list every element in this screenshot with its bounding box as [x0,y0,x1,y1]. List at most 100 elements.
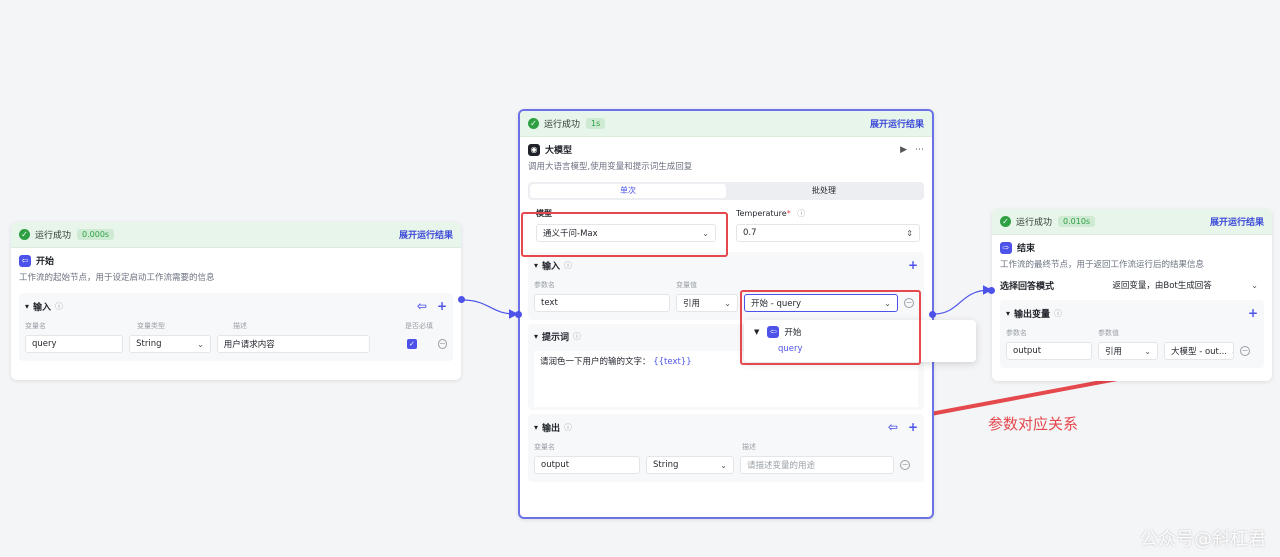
end-input-port[interactable] [988,287,995,294]
start-var-name-input[interactable]: query [25,335,124,353]
start-var-desc-input[interactable]: 用户请求内容 [216,335,370,353]
end-node-title: 结束 [1017,244,1036,254]
llm-output-name-input[interactable]: output [534,456,640,474]
chevron-down-icon[interactable]: ▾ [534,332,538,341]
remove-end-output-icon[interactable]: − [1240,346,1250,356]
start-node-icon: ⇦ [19,254,31,267]
edge-llm-to-end[interactable] [933,285,993,315]
prompt-label: 提示词 [542,333,570,343]
required-mark: * [786,209,791,218]
stepper-icon: ⇕ [906,228,913,238]
end-time-badge: 0.010s [1058,216,1096,227]
col-out-desc: 描述 [742,443,756,451]
tab-batch[interactable]: 批处理 [726,184,922,198]
col-var-desc: 描述 [233,322,247,330]
col-end-param-value: 参数值 [1098,329,1119,337]
llm-expand-results-link[interactable]: 展开运行结果 [870,117,924,130]
llm-output-type-select[interactable]: String ⌄ [646,456,734,474]
col-required: 是否必填 [405,322,433,330]
start-output-port[interactable] [458,296,465,303]
end-output-mode-select[interactable]: 引用 ⌄ [1098,342,1158,360]
remove-variable-icon[interactable]: − [437,339,447,349]
chevron-down-icon[interactable]: ▾ [534,423,538,432]
col-var-value: 变量值 [676,281,697,289]
info-icon[interactable]: ⓘ [564,260,572,271]
chevron-down-icon: ⌄ [1251,280,1258,290]
answer-mode-select[interactable]: 返回变量，由Bot生成回答 ⌄ [1106,276,1264,294]
llm-output-section: ▾ 输出 ⓘ ⇦ + 变量名 描述 output String ⌄ 请描述变量的用… [528,414,924,482]
llm-input-label: 输入 [542,261,561,272]
import-icon[interactable]: ⇦ [888,420,898,434]
success-check-icon: ✓ [1000,216,1011,227]
info-icon[interactable]: ⓘ [573,331,581,342]
chevron-down-icon[interactable]: ▾ [534,261,538,270]
temperature-label: Temperature [736,209,787,218]
chevron-down-icon[interactable]: ▾ [25,302,29,311]
chevron-down-icon: ⌄ [1227,347,1233,356]
prompt-variable: {{text}} [653,357,692,367]
info-icon[interactable]: ⓘ [1054,308,1062,319]
start-input-section: ▾ 输入 ⓘ ⇦ + 变量名 变量类型 描述 是否必填 query String… [19,293,453,361]
info-icon[interactable]: ⓘ [564,422,572,433]
llm-input-mode-select[interactable]: 引用 ⌄ [676,294,738,312]
llm-input-port[interactable] [515,311,522,318]
start-expand-results-link[interactable]: 展开运行结果 [399,228,453,241]
llm-node-icon: ◉ [528,143,540,156]
col-out-var-name: 变量名 [534,443,555,451]
llm-time-badge: 1s [586,118,606,129]
success-check-icon: ✓ [19,229,30,240]
end-status-bar: ✓ 运行成功 0.010s 展开运行结果 [992,209,1272,235]
llm-node-title: 大模型 [545,146,573,156]
llm-status-bar: ✓ 运行成功 1s 展开运行结果 [520,111,932,137]
llm-mode-tabs: 单次 批处理 [528,182,924,200]
more-icon[interactable]: ⋯ [915,145,924,155]
success-check-icon: ✓ [528,118,539,129]
end-status-text: 运行成功 [1016,218,1053,228]
col-end-param-name: 参数名 [1006,329,1027,337]
end-output-ref-select[interactable]: 大模型 - out...⌄ [1164,342,1234,360]
chevron-down-icon: ⌄ [720,460,727,470]
end-node-icon: ⇨ [1000,241,1012,254]
llm-output-desc-input[interactable]: 请描述变量的用途 [740,456,894,474]
chevron-down-icon[interactable]: ▾ [1006,309,1010,318]
info-icon[interactable]: ⓘ [797,209,805,218]
start-node-title: 开始 [36,257,55,267]
start-status-bar: ✓ 运行成功 0.000s 展开运行结果 [11,222,461,248]
end-output-section: ▾ 输出变量 ⓘ + 参数名 参数值 output 引用 ⌄ 大模型 - out.… [1000,300,1264,368]
start-input-label: 输入 [33,302,52,313]
llm-output-port[interactable] [929,311,936,318]
watermark: 公众号@斜杠君 [1140,529,1266,550]
start-status-text: 运行成功 [35,231,72,241]
play-icon[interactable]: ▶ [900,145,907,155]
chevron-down-icon: ⌄ [1144,346,1151,356]
end-node-desc: 工作流的最终节点，用于返回工作流运行后的结果信息 [1000,260,1205,270]
llm-status-text: 运行成功 [544,120,581,130]
end-output-label: 输出变量 [1014,309,1051,320]
llm-output-label: 输出 [542,423,561,434]
required-checkbox[interactable]: ✓ [407,339,417,349]
answer-mode-label: 选择回答模式 [1000,281,1055,292]
annotation-label: 参数对应关系 [988,415,1079,433]
temperature-input[interactable]: 0.7 ⇕ [736,224,920,242]
chevron-down-icon: ⌄ [724,298,731,308]
add-input-button[interactable]: + [908,258,918,272]
llm-input-name-input[interactable]: text [534,294,670,312]
col-var-name: 变量名 [25,322,46,330]
end-output-name-input[interactable]: output [1006,342,1092,360]
add-output-button[interactable]: + [908,420,918,434]
highlight-ref-box [740,290,921,365]
tab-single[interactable]: 单次 [530,184,726,198]
start-node[interactable]: ✓ 运行成功 0.000s 展开运行结果 ⇦ 开始 工作流的起始节点，用于设定启… [11,222,461,380]
edge-start-to-llm[interactable] [461,299,519,319]
prompt-text: 请润色一下用户的输的文字： [540,357,651,367]
start-var-type-select[interactable]: String ⌄ [129,335,211,353]
info-icon[interactable]: ⓘ [55,301,63,312]
remove-output-icon[interactable]: − [900,460,910,470]
import-icon[interactable]: ⇦ [417,299,427,313]
add-end-output-button[interactable]: + [1248,306,1258,320]
chevron-down-icon: ⌄ [197,339,204,349]
end-expand-results-link[interactable]: 展开运行结果 [1210,215,1264,228]
add-variable-button[interactable]: + [437,299,447,313]
end-node[interactable]: ✓ 运行成功 0.010s 展开运行结果 ⇨ 结束 工作流的最终节点，用于返回工… [992,209,1272,381]
highlight-model-box [521,212,728,257]
